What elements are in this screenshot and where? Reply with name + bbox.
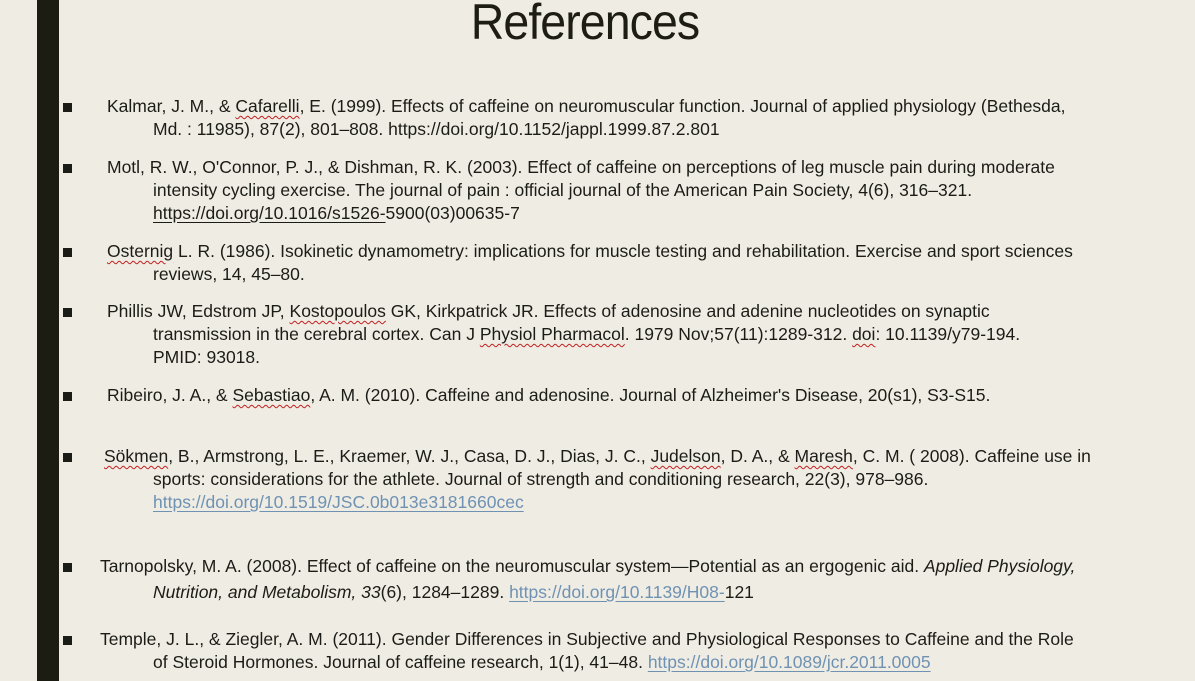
- doi-link[interactable]: https://doi.org/10.1519/JSC.0b013e318166…: [153, 491, 524, 514]
- bullet-icon: [63, 248, 72, 257]
- bullet-icon: [63, 164, 72, 173]
- doi-link[interactable]: https://doi.org/10.1016/s1526-: [153, 203, 386, 223]
- doi-link[interactable]: https://doi.org/10.1139/H08-: [509, 582, 725, 602]
- bullet-icon: [63, 103, 72, 112]
- left-accent-bar: [37, 0, 59, 681]
- page-title: References: [470, 0, 700, 50]
- doi-link[interactable]: https://doi.org/10.1089/jcr.2011.0005: [648, 652, 931, 672]
- bullet-icon: [63, 308, 72, 317]
- bullet-icon: [63, 636, 72, 645]
- bullet-icon: [63, 453, 72, 462]
- bullet-icon: [63, 563, 72, 572]
- bullet-icon: [63, 392, 72, 401]
